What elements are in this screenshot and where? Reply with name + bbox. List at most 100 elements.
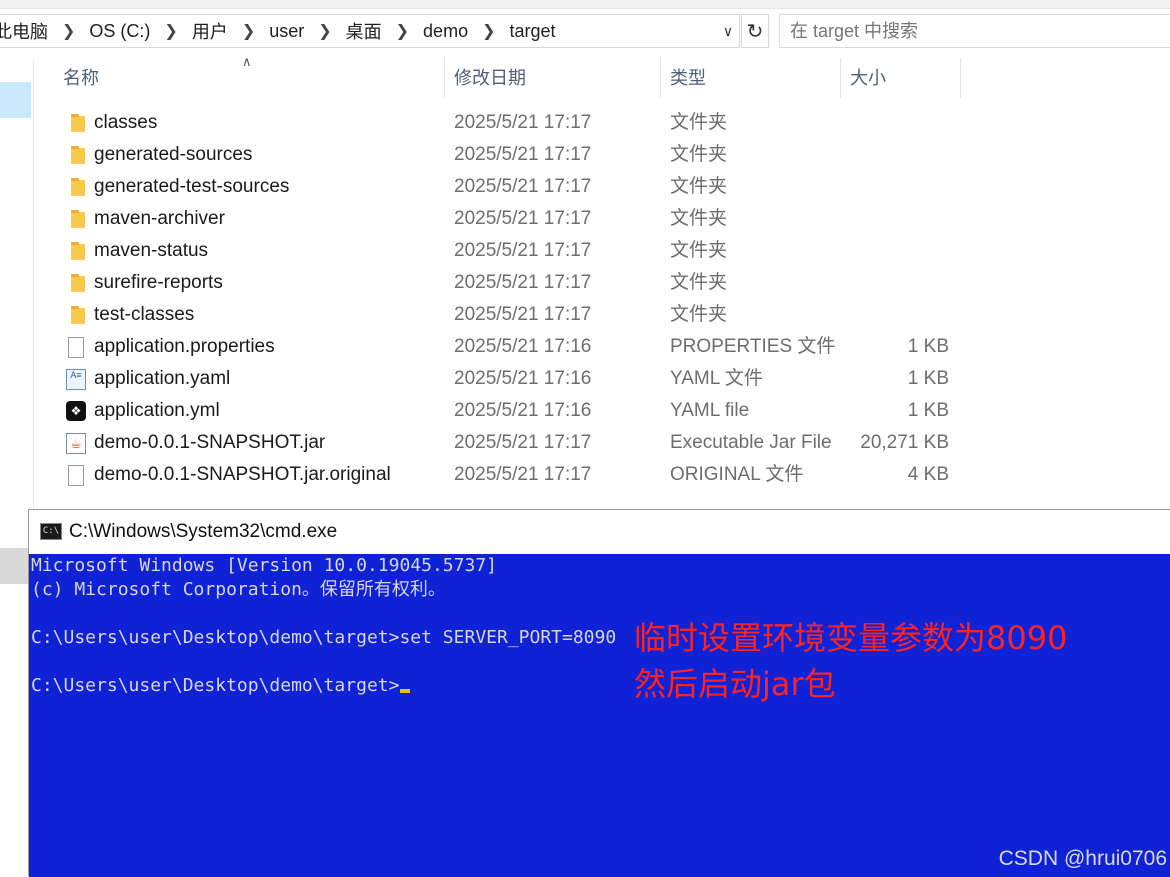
folder-icon: [64, 113, 85, 133]
file-date: 2025/5/21 17:17: [454, 432, 592, 453]
file-name: classes: [94, 112, 158, 133]
navigation-item[interactable]: [0, 548, 28, 584]
file-type: 文件夹: [670, 144, 728, 165]
folder-icon: [64, 177, 85, 197]
annotation-text: 然后启动jar包: [634, 665, 836, 703]
file-row[interactable]: surefire-reports 2025/5/21 17:17 文件夹: [60, 267, 960, 299]
cmd-window[interactable]: C:\ C:\Windows\System32\cmd.exe Microsof…: [28, 509, 1170, 877]
file-name: demo-0.0.1-SNAPSHOT.jar.original: [94, 464, 391, 485]
file-type: 文件夹: [670, 112, 728, 133]
column-divider[interactable]: [444, 58, 445, 98]
breadcrumb-users[interactable]: 用户 ❯: [192, 18, 269, 44]
file-type: 文件夹: [670, 240, 728, 261]
breadcrumb-demo[interactable]: demo ❯: [423, 21, 509, 42]
chevron-right-icon: ❯: [164, 23, 178, 40]
file-row[interactable]: ☕ demo-0.0.1-SNAPSHOT.jar 2025/5/21 17:1…: [60, 427, 960, 459]
column-header-size[interactable]: 大小: [850, 58, 886, 98]
breadcrumb-label: 用户: [191, 22, 228, 42]
column-divider[interactable]: [840, 58, 841, 98]
column-divider[interactable]: [960, 58, 961, 98]
search-input[interactable]: [779, 14, 1170, 48]
file-row[interactable]: ❖ application.yml 2025/5/21 17:16 YAML f…: [60, 395, 960, 427]
file-type: 文件夹: [670, 208, 728, 229]
breadcrumb-os-c[interactable]: OS (C:) ❯: [89, 21, 191, 42]
chevron-right-icon: ❯: [482, 23, 496, 40]
file-type: YAML file: [670, 400, 750, 421]
file-date: 2025/5/21 17:17: [454, 464, 592, 485]
chevron-right-icon: ❯: [241, 23, 256, 40]
folder-icon: [64, 273, 85, 293]
file-row[interactable]: classes 2025/5/21 17:17 文件夹: [60, 107, 960, 139]
file-type: PROPERTIES 文件: [670, 336, 836, 357]
watermark: CSDN @hrui0706: [998, 847, 1167, 870]
breadcrumb-desktop[interactable]: 桌面 ❯: [346, 18, 423, 44]
file-row[interactable]: A≡ application.yaml 2025/5/21 17:16 YAML…: [60, 363, 960, 395]
file-size: 1 KB: [907, 400, 949, 421]
jar-icon: ☕: [64, 433, 86, 454]
yaml-icon: A≡: [64, 369, 86, 390]
console-prompt: C:\Users\user\Desktop\demo\target>: [31, 675, 400, 696]
file-date: 2025/5/21 17:17: [454, 176, 592, 197]
sort-ascending-icon: ∧: [242, 54, 252, 69]
file-date: 2025/5/21 17:16: [454, 336, 592, 357]
breadcrumb-target[interactable]: target: [509, 21, 555, 42]
window-top-strip: [0, 0, 1170, 9]
file-row[interactable]: application.properties 2025/5/21 17:16 P…: [60, 331, 960, 363]
column-divider[interactable]: [660, 58, 661, 98]
file-name: maven-status: [94, 240, 209, 261]
text-cursor: [400, 689, 411, 693]
file-icon: [64, 465, 84, 486]
file-date: 2025/5/21 17:17: [454, 272, 592, 293]
navigation-selected-item[interactable]: [0, 82, 31, 118]
folder-icon: [64, 241, 85, 261]
folder-icon: [64, 305, 85, 325]
column-header-type[interactable]: 类型: [670, 58, 706, 98]
file-row[interactable]: maven-archiver 2025/5/21 17:17 文件夹: [60, 203, 960, 235]
cmd-icon: C:\: [40, 523, 62, 540]
file-date: 2025/5/21 17:17: [454, 208, 592, 229]
file-row[interactable]: maven-status 2025/5/21 17:17 文件夹: [60, 235, 960, 267]
file-name: application.yml: [94, 400, 220, 421]
chevron-right-icon: ❯: [62, 23, 76, 40]
console-prompt-line[interactable]: C:\Users\user\Desktop\demo\target>: [31, 674, 411, 698]
file-date: 2025/5/21 17:16: [454, 368, 592, 389]
address-history-dropdown[interactable]: ∨: [716, 17, 740, 45]
file-row[interactable]: demo-0.0.1-SNAPSHOT.jar.original 2025/5/…: [60, 459, 960, 491]
cmd-title: C:\Windows\System32\cmd.exe: [69, 521, 338, 542]
file-size: 1 KB: [907, 336, 949, 357]
refresh-button[interactable]: ↻: [741, 14, 769, 48]
breadcrumb-user[interactable]: user ❯: [269, 21, 345, 42]
file-type: 文件夹: [670, 304, 728, 325]
file-type: 文件夹: [670, 176, 728, 197]
folder-icon: [64, 145, 85, 165]
file-type: YAML 文件: [670, 368, 763, 389]
chevron-right-icon: ❯: [395, 23, 410, 40]
breadcrumb-label: target: [509, 20, 556, 41]
file-row[interactable]: generated-test-sources 2025/5/21 17:17 文…: [60, 171, 960, 203]
file-name: generated-sources: [94, 144, 253, 165]
file-size: 20,271 KB: [860, 432, 949, 453]
refresh-icon: ↻: [746, 20, 764, 43]
file-size: 4 KB: [907, 464, 949, 485]
cmd-title-bar[interactable]: C:\ C:\Windows\System32\cmd.exe: [29, 510, 1170, 554]
file-type: 文件夹: [670, 272, 728, 293]
breadcrumb-label: user: [269, 20, 305, 41]
column-header-name[interactable]: 名称: [63, 58, 99, 98]
file-type: Executable Jar File: [670, 432, 832, 453]
breadcrumb-this-pc[interactable]: 此电脑 ❯: [0, 18, 89, 44]
file-row[interactable]: test-classes 2025/5/21 17:17 文件夹: [60, 299, 960, 331]
chevron-right-icon: ❯: [318, 23, 332, 40]
file-row[interactable]: generated-sources 2025/5/21 17:17 文件夹: [60, 139, 960, 171]
breadcrumb-label: OS (C:): [89, 20, 151, 41]
file-size: 1 KB: [907, 368, 949, 389]
breadcrumb-label: 此电脑: [0, 22, 48, 42]
file-name: generated-test-sources: [94, 176, 290, 197]
annotation-text: 临时设置环境变量参数为8090: [634, 619, 1068, 657]
console-output[interactable]: Microsoft Windows [Version 10.0.19045.57…: [29, 554, 1170, 877]
file-name: application.properties: [94, 336, 275, 357]
address-bar[interactable]: 此电脑 ❯ OS (C:) ❯ 用户 ❯ user ❯ 桌面 ❯ demo ❯ target: [0, 14, 740, 48]
breadcrumb-label: 桌面: [345, 22, 382, 42]
column-header-date[interactable]: 修改日期: [454, 58, 526, 98]
file-name: surefire-reports: [94, 272, 223, 293]
yml-app-icon: ❖: [64, 401, 86, 421]
